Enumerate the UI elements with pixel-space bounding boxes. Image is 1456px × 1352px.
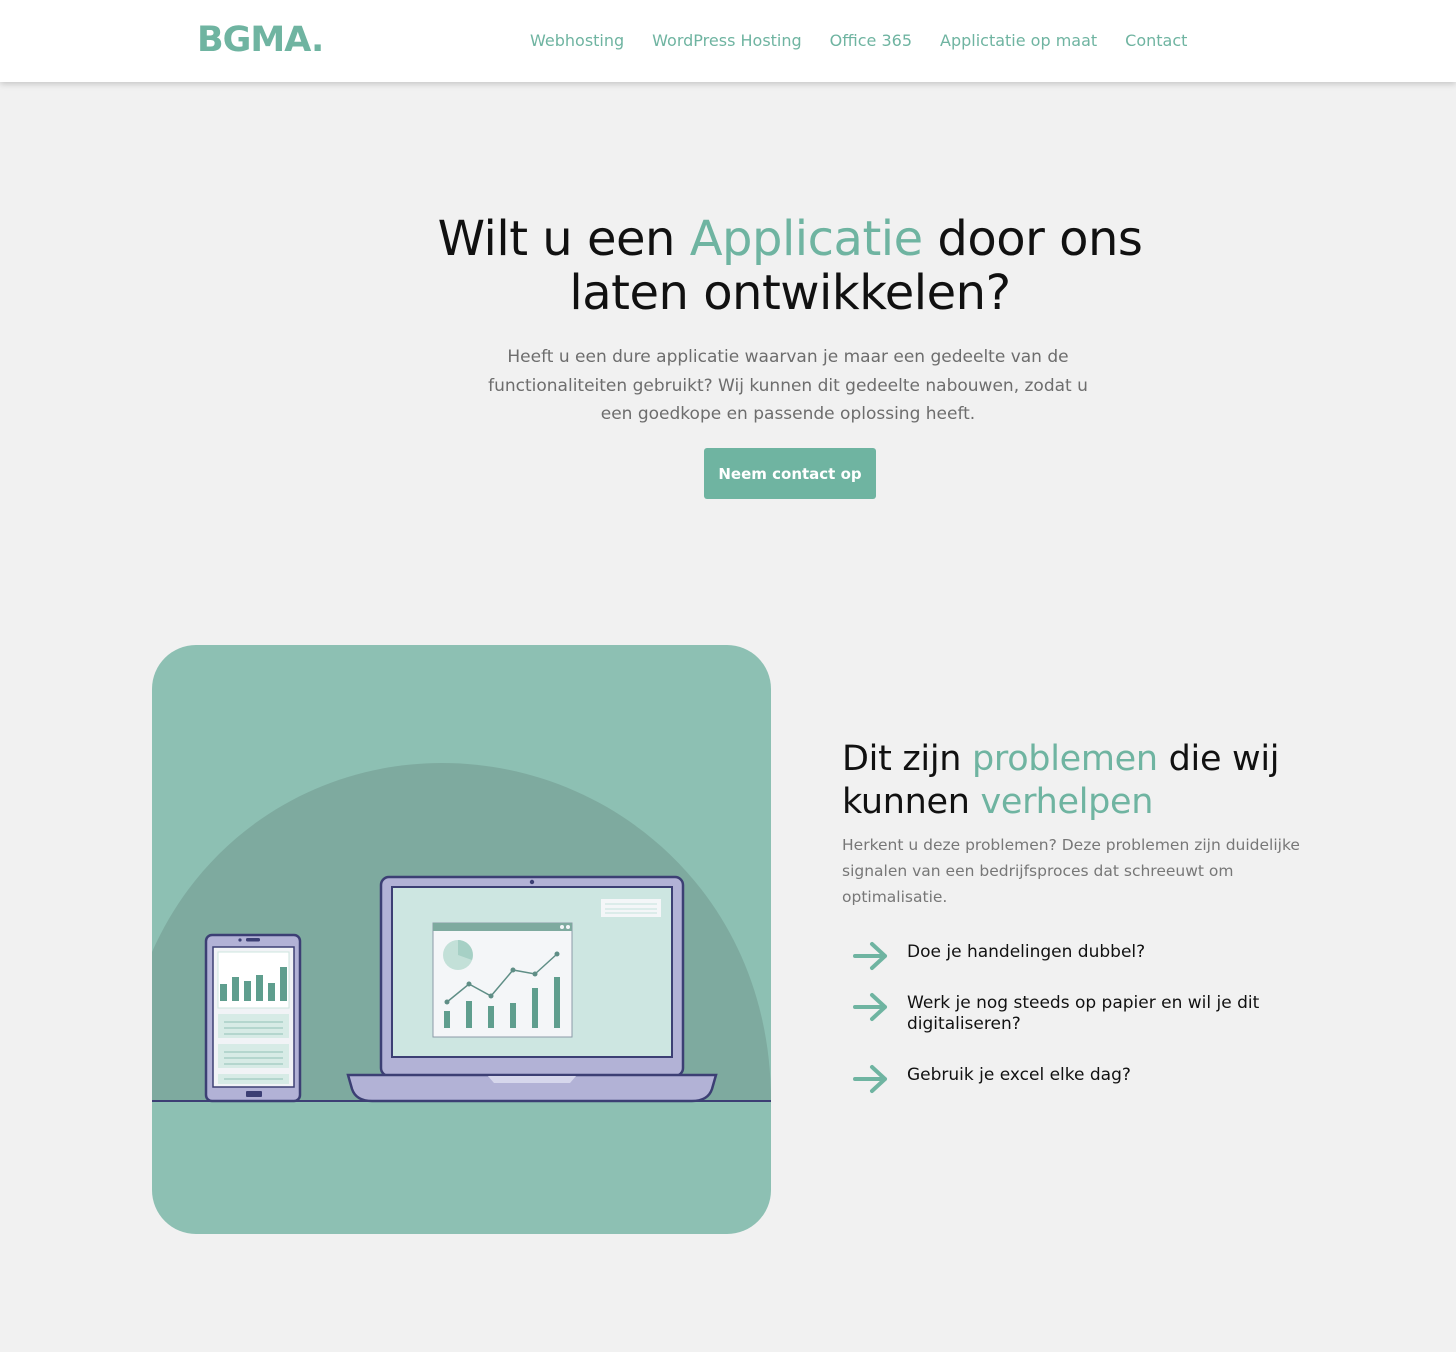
arrow-right-icon (853, 1065, 887, 1093)
list-item: Werk je nog steeds op papier en wil je d… (852, 993, 1322, 1035)
problems-title-part1: Dit zijn (842, 739, 972, 779)
devices-illustration (152, 763, 771, 1103)
phone-icon (204, 933, 302, 1103)
hero-description: Heeft u een dure applicatie waarvan je m… (488, 347, 1088, 424)
problems-description: Herkent u deze problemen? Deze problemen… (842, 836, 1300, 906)
hero-title-part1: Wilt u een (437, 211, 690, 267)
nav-item-webhosting[interactable]: Webhosting (530, 31, 624, 50)
problems-title: Dit zijn problemen die wij kunnen verhel… (842, 738, 1362, 824)
list-item: Doe je handelingen dubbel? (852, 942, 1322, 970)
site-header: BGMA. Webhosting WordPress Hosting Offic… (0, 0, 1456, 82)
illustration-card (152, 645, 771, 1234)
nav-item-office-365[interactable]: Office 365 (830, 31, 912, 50)
problems-title-accent2: verhelpen (980, 782, 1154, 822)
arrow-right-icon (853, 942, 887, 970)
arrow-right-icon (853, 993, 887, 1021)
hero-title: Wilt u een Applicatie door ons laten ont… (380, 212, 1200, 320)
list-item-text: Doe je handelingen dubbel? (907, 942, 1146, 962)
nav-item-contact[interactable]: Contact (1125, 31, 1187, 50)
hero-title-accent: Applicatie (689, 211, 923, 267)
laptop-icon (346, 875, 718, 1103)
problems-title-accent1: problemen (971, 739, 1158, 779)
list-item: Gebruik je excel elke dag? (852, 1065, 1322, 1093)
nav-item-wordpress-hosting[interactable]: WordPress Hosting (652, 31, 802, 50)
logo[interactable]: BGMA. (197, 20, 324, 60)
main-nav: Webhosting WordPress Hosting Office 365 … (530, 31, 1187, 50)
contact-cta-button[interactable]: Neem contact op (704, 448, 876, 499)
list-item-text: Werk je nog steeds op papier en wil je d… (907, 993, 1260, 1034)
problems-list: Doe je handelingen dubbel? Werk je nog s… (852, 942, 1322, 1093)
list-item-text: Gebruik je excel elke dag? (907, 1065, 1131, 1085)
nav-item-applicatie-op-maat[interactable]: Applictatie op maat (940, 31, 1097, 50)
